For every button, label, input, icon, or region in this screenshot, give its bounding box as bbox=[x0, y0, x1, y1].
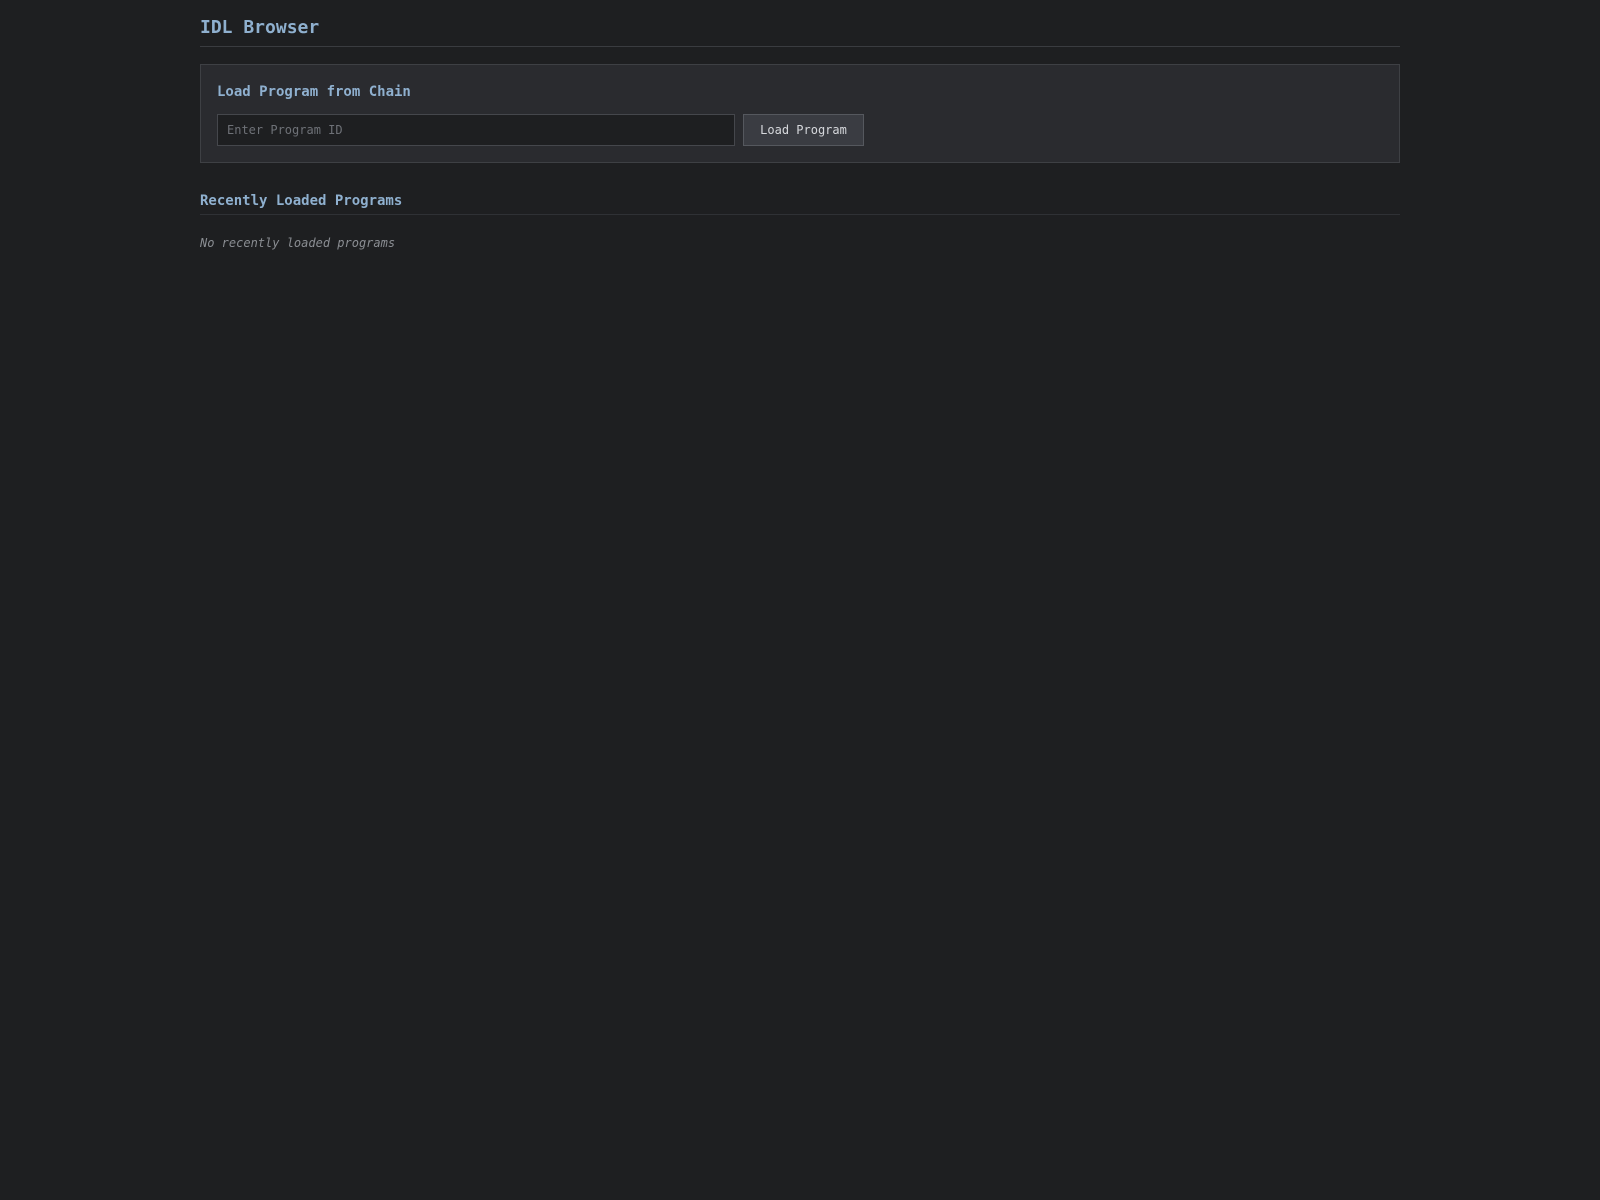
page-title: IDL Browser bbox=[200, 17, 320, 38]
empty-state-message: No recently loaded programs bbox=[200, 236, 396, 250]
program-id-input[interactable] bbox=[217, 114, 735, 146]
recent-programs-section: Recently Loaded Programs No recently loa… bbox=[200, 192, 1400, 250]
recent-programs-title: Recently Loaded Programs bbox=[200, 192, 1400, 215]
page-header: IDL Browser bbox=[200, 0, 1400, 47]
main-container: IDL Browser Load Program from Chain Load… bbox=[200, 0, 1400, 250]
load-panel-title: Load Program from Chain bbox=[217, 84, 411, 100]
load-program-button[interactable]: Load Program bbox=[743, 114, 864, 146]
load-program-panel: Load Program from Chain Load Program bbox=[200, 64, 1400, 163]
